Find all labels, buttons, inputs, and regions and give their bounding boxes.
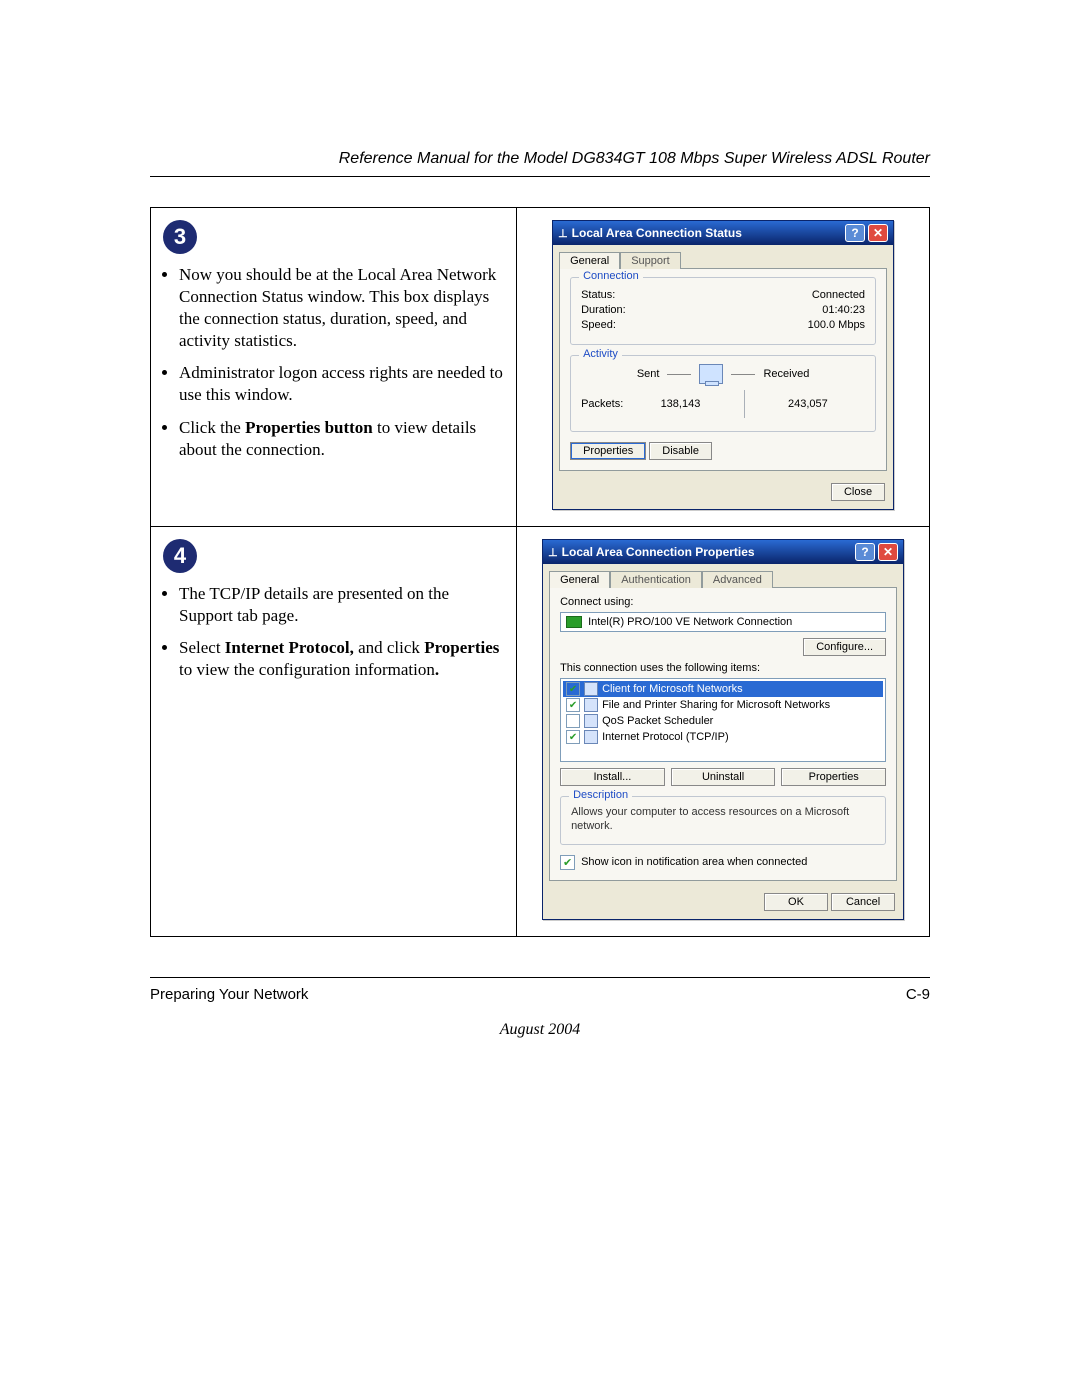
- page-footer: Preparing Your Network C-9: [150, 977, 930, 1003]
- connection-group: Connection Status:Connected Duration:01:…: [570, 277, 876, 345]
- packets-sent: 138,143: [623, 398, 737, 410]
- step3-screenshot-cell: ⊥ Local Area Connection Status ? ✕ Gener…: [517, 208, 930, 527]
- disable-button[interactable]: Disable: [649, 442, 712, 460]
- step4-bullet-2: Select Internet Protocol, and click Prop…: [179, 637, 506, 681]
- configure-button[interactable]: Configure...: [803, 638, 886, 656]
- speed-label: Speed:: [581, 319, 616, 331]
- footer-section: Preparing Your Network: [150, 986, 308, 1003]
- close-dialog-button[interactable]: Close: [831, 483, 885, 501]
- adapter-name: Intel(R) PRO/100 VE Network Connection: [588, 616, 792, 628]
- tab-general[interactable]: General: [559, 252, 620, 269]
- packets-received: 243,057: [751, 398, 865, 410]
- description-group: Description Allows your computer to acce…: [560, 796, 886, 845]
- activity-legend: Activity: [579, 348, 622, 360]
- network-icon: ⊥: [548, 546, 558, 559]
- show-icon-checkbox[interactable]: ✔ Show icon in notification area when co…: [560, 855, 886, 870]
- properties-button[interactable]: Properties: [570, 442, 646, 460]
- items-label: This connection uses the following items…: [560, 662, 886, 674]
- step4-screenshot-cell: ⊥ Local Area Connection Properties ? ✕ G…: [517, 527, 930, 937]
- sent-label: Sent: [637, 368, 660, 380]
- list-item-qos[interactable]: QoS Packet Scheduler: [563, 713, 883, 729]
- help-button[interactable]: ?: [845, 224, 865, 242]
- step3-bullet-2: Administrator logon access rights are ne…: [179, 362, 506, 406]
- help-button[interactable]: ?: [855, 543, 875, 561]
- item-properties-button[interactable]: Properties: [781, 768, 886, 786]
- adapter-field[interactable]: Intel(R) PRO/100 VE Network Connection: [560, 612, 886, 632]
- network-icon: ⊥: [558, 227, 568, 240]
- list-item-tcpip[interactable]: ✔ Internet Protocol (TCP/IP): [563, 729, 883, 745]
- step4-text-cell: 4 The TCP/IP details are presented on th…: [151, 527, 517, 937]
- status-dialog: ⊥ Local Area Connection Status ? ✕ Gener…: [552, 220, 894, 510]
- install-button[interactable]: Install...: [560, 768, 665, 786]
- checkbox-icon[interactable]: ✔: [566, 698, 580, 712]
- service-icon: [584, 698, 598, 712]
- protocol-icon: [584, 730, 598, 744]
- status-label: Status:: [581, 289, 615, 301]
- connect-using-label: Connect using:: [560, 596, 886, 608]
- properties-dialog-title: Local Area Connection Properties: [562, 545, 852, 559]
- description-text: Allows your computer to access resources…: [571, 805, 875, 834]
- duration-label: Duration:: [581, 304, 626, 316]
- service-icon: [584, 714, 598, 728]
- speed-value: 100.0 Mbps: [808, 319, 865, 331]
- running-header: Reference Manual for the Model DG834GT 1…: [150, 150, 930, 177]
- nic-icon: [566, 616, 582, 628]
- checkbox-icon[interactable]: ✔: [566, 682, 580, 696]
- footer-page: C-9: [906, 986, 930, 1003]
- connection-legend: Connection: [579, 270, 643, 282]
- tab-advanced[interactable]: Advanced: [702, 571, 773, 588]
- footer-date: August 2004: [150, 1021, 930, 1039]
- checkbox-icon[interactable]: ✔: [566, 730, 580, 744]
- properties-dialog: ⊥ Local Area Connection Properties ? ✕ G…: [542, 539, 904, 920]
- status-dialog-title: Local Area Connection Status: [572, 226, 842, 240]
- tab-authentication[interactable]: Authentication: [610, 571, 702, 588]
- status-dialog-titlebar[interactable]: ⊥ Local Area Connection Status ? ✕: [553, 221, 893, 245]
- components-listbox[interactable]: ✔ Client for Microsoft Networks ✔ File a…: [560, 678, 886, 762]
- description-legend: Description: [569, 789, 632, 801]
- list-item-client[interactable]: ✔ Client for Microsoft Networks: [563, 681, 883, 697]
- received-label: Received: [763, 368, 809, 380]
- computers-icon: [699, 364, 723, 384]
- checkbox-icon[interactable]: [566, 714, 580, 728]
- step3-bullet-1: Now you should be at the Local Area Netw…: [179, 264, 506, 352]
- status-value: Connected: [812, 289, 865, 301]
- uninstall-button[interactable]: Uninstall: [671, 768, 776, 786]
- activity-group: Activity Sent Received: [570, 355, 876, 432]
- checkbox-icon[interactable]: ✔: [560, 855, 575, 870]
- tab-support[interactable]: Support: [620, 252, 681, 269]
- packets-label: Packets:: [581, 398, 623, 410]
- step-badge-4: 4: [163, 539, 197, 573]
- cancel-button[interactable]: Cancel: [831, 893, 895, 911]
- properties-dialog-titlebar[interactable]: ⊥ Local Area Connection Properties ? ✕: [543, 540, 903, 564]
- client-icon: [584, 682, 598, 696]
- close-button[interactable]: ✕: [868, 224, 888, 242]
- step3-bullet-3: Click the Properties button to view deta…: [179, 417, 506, 461]
- ok-button[interactable]: OK: [764, 893, 828, 911]
- step-badge-3: 3: [163, 220, 197, 254]
- step4-bullet-1: The TCP/IP details are presented on the …: [179, 583, 506, 627]
- step3-text-cell: 3 Now you should be at the Local Area Ne…: [151, 208, 517, 527]
- tab-general[interactable]: General: [549, 571, 610, 588]
- steps-table: 3 Now you should be at the Local Area Ne…: [150, 207, 930, 937]
- close-button[interactable]: ✕: [878, 543, 898, 561]
- list-item-fileprint[interactable]: ✔ File and Printer Sharing for Microsoft…: [563, 697, 883, 713]
- duration-value: 01:40:23: [822, 304, 865, 316]
